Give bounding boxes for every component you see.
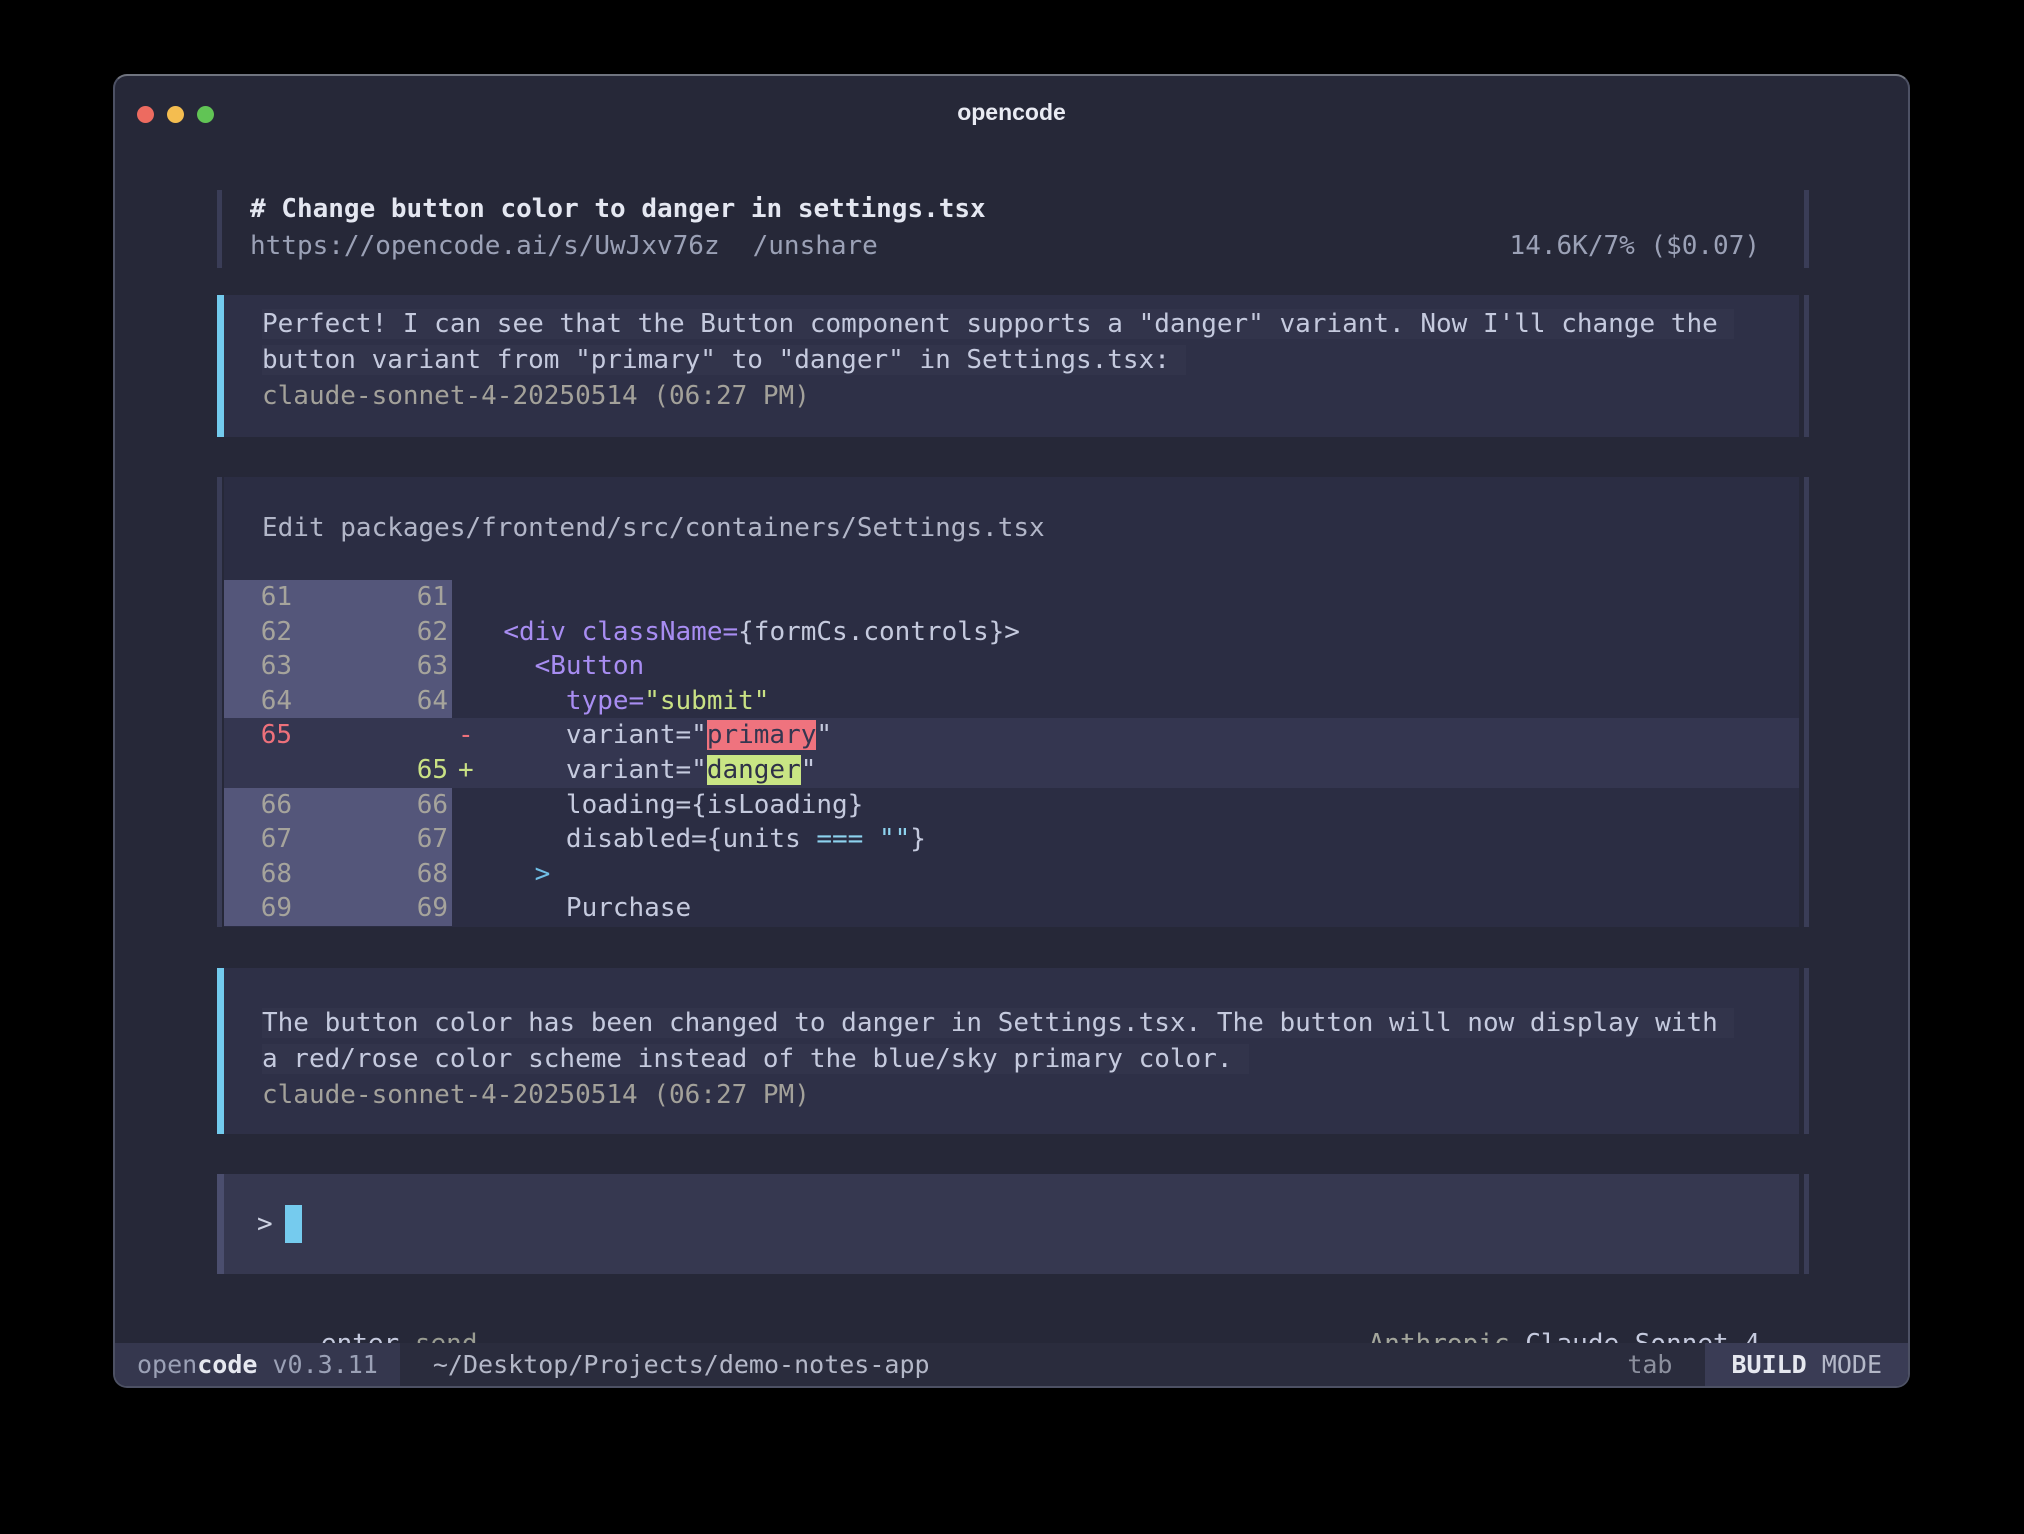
diff-code-line: disabled={units === ""} bbox=[472, 822, 926, 857]
titlebar: opencode bbox=[115, 76, 1908, 148]
diff-change-marker bbox=[452, 857, 472, 892]
message-line: button variant from "primary" to "danger… bbox=[262, 345, 1186, 375]
text-cursor bbox=[285, 1205, 302, 1243]
diff-new-lineno: 69 bbox=[292, 891, 452, 926]
diff-change-marker: - bbox=[452, 718, 472, 753]
mode-primary: BUILD bbox=[1731, 1350, 1806, 1379]
diff-code-line: variant="primary" bbox=[472, 718, 832, 753]
prompt-char: > bbox=[257, 1209, 273, 1239]
composer-right-rule bbox=[1804, 1174, 1809, 1274]
cwd-path: ~/Desktop/Projects/demo-notes-app bbox=[433, 1350, 930, 1379]
session-title: # Change button color to danger in setti… bbox=[250, 191, 986, 228]
diff-old-lineno: 64 bbox=[224, 684, 292, 719]
diff-old-lineno bbox=[224, 753, 292, 788]
diff-row: 6666 loading={isLoading} bbox=[224, 788, 1799, 823]
message-right-rule bbox=[1804, 968, 1809, 1134]
message-meta: claude-sonnet-4-20250514 (06:27 PM) bbox=[262, 1077, 1799, 1113]
diff-code-line: <div className={formCs.controls}> bbox=[472, 615, 1020, 650]
diff-right-rule bbox=[1804, 477, 1809, 927]
diff-old-lineno: 65 bbox=[224, 718, 292, 753]
diff-change-marker bbox=[452, 684, 472, 719]
diff-old-lineno: 68 bbox=[224, 857, 292, 892]
diff-row: 6868 > bbox=[224, 857, 1799, 892]
assistant-message-1: Perfect! I can see that the Button compo… bbox=[224, 295, 1799, 437]
diff-new-lineno: 67 bbox=[292, 822, 452, 857]
diff-new-lineno: 63 bbox=[292, 649, 452, 684]
mode-secondary: MODE bbox=[1807, 1350, 1882, 1379]
composer-accent-bar bbox=[217, 1174, 224, 1274]
diff-old-lineno: 69 bbox=[224, 891, 292, 926]
message-right-rule bbox=[1804, 295, 1809, 437]
app-version: v0.3.11 bbox=[257, 1350, 377, 1379]
diff-old-lineno: 62 bbox=[224, 615, 292, 650]
diff-row: 6363 <Button bbox=[224, 649, 1799, 684]
usage-stats: 14.6K/7% ($0.07) bbox=[1510, 228, 1760, 265]
diff-new-lineno: 64 bbox=[292, 684, 452, 719]
session-header: # Change button color to danger in setti… bbox=[115, 190, 1908, 268]
diff-left-rule bbox=[217, 477, 222, 927]
diff-row: 6161 bbox=[224, 580, 1799, 615]
diff-row: 6767 disabled={units === ""} bbox=[224, 822, 1799, 857]
diff-code-line: Purchase bbox=[472, 891, 691, 926]
diff-change-marker bbox=[452, 788, 472, 823]
diff-table: 61616262 <div className={formCs.controls… bbox=[224, 580, 1799, 926]
brand-prefix: open bbox=[137, 1350, 197, 1379]
brand-suffix: code bbox=[197, 1350, 257, 1379]
diff-old-lineno: 63 bbox=[224, 649, 292, 684]
message-accent-bar bbox=[217, 968, 224, 1134]
diff-code-line: > bbox=[472, 857, 550, 892]
statusbar: opencode v0.3.11 ~/Desktop/Projects/demo… bbox=[115, 1343, 1908, 1386]
diff-change-marker bbox=[452, 615, 472, 650]
diff-new-lineno bbox=[292, 718, 452, 753]
diff-old-lineno: 61 bbox=[224, 580, 292, 615]
assistant-message-2: The button color has been changed to dan… bbox=[224, 968, 1799, 1134]
diff-new-lineno: 68 bbox=[292, 857, 452, 892]
diff-new-lineno: 62 bbox=[292, 615, 452, 650]
share-url[interactable]: https://opencode.ai/s/UwJxv76z bbox=[250, 231, 720, 261]
diff-change-marker bbox=[452, 891, 472, 926]
message-accent-bar bbox=[217, 295, 224, 437]
diff-code-line: loading={isLoading} bbox=[472, 788, 863, 823]
diff-row: 65 - variant="primary" bbox=[224, 718, 1799, 753]
diff-change-marker bbox=[452, 580, 472, 615]
diff-new-lineno: 65 bbox=[292, 753, 452, 788]
message-line: a red/rose color scheme instead of the b… bbox=[262, 1044, 1249, 1074]
prompt-input[interactable]: > bbox=[224, 1174, 1799, 1274]
diff-change-marker bbox=[452, 649, 472, 684]
diff-old-lineno: 66 bbox=[224, 788, 292, 823]
message-line: The button color has been changed to dan… bbox=[262, 1008, 1734, 1038]
unshare-command: /unshare bbox=[753, 231, 878, 261]
diff-code-line: <Button bbox=[472, 649, 644, 684]
diff-old-lineno: 67 bbox=[224, 822, 292, 857]
header-left-rule bbox=[217, 190, 222, 268]
diff-row: 6969 Purchase bbox=[224, 891, 1799, 926]
diff-row: 65+ variant="danger" bbox=[224, 753, 1799, 788]
tab-keybind[interactable]: tab bbox=[1627, 1350, 1672, 1379]
diff-change-marker: + bbox=[452, 753, 472, 788]
diff-code-line: type="submit" bbox=[472, 684, 769, 719]
header-right-rule bbox=[1804, 190, 1809, 268]
hint-row: enter send Anthropic Claude Sonnet 4 bbox=[115, 1290, 1908, 1326]
diff-new-lineno: 66 bbox=[292, 788, 452, 823]
diff-code-line: variant="danger" bbox=[472, 753, 816, 788]
diff-card: Edit packages/frontend/src/containers/Se… bbox=[224, 477, 1799, 927]
diff-title: Edit packages/frontend/src/containers/Se… bbox=[224, 477, 1799, 547]
message-line: Perfect! I can see that the Button compo… bbox=[262, 309, 1734, 339]
brand-badge: opencode v0.3.11 bbox=[115, 1343, 400, 1386]
diff-row: 6262 <div className={formCs.controls}> bbox=[224, 615, 1799, 650]
message-meta: claude-sonnet-4-20250514 (06:27 PM) bbox=[262, 378, 1799, 414]
diff-change-marker bbox=[452, 822, 472, 857]
diff-new-lineno: 61 bbox=[292, 580, 452, 615]
diff-row: 6464 type="submit" bbox=[224, 684, 1799, 719]
app-window: opencode # Change button color to danger… bbox=[113, 74, 1910, 1388]
window-title: opencode bbox=[115, 76, 1908, 148]
mode-badge: BUILD MODE bbox=[1705, 1343, 1908, 1386]
